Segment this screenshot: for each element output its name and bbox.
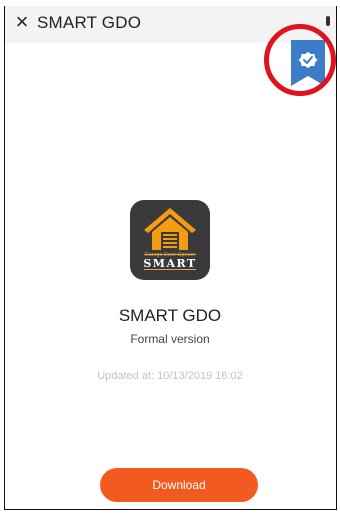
close-icon[interactable]: × — [13, 11, 31, 33]
app-icon: Garage Door Opener SMART — [130, 200, 210, 280]
app-name: SMART GDO — [118, 306, 222, 325]
title-bar: × SMART GDO — [5, 6, 336, 43]
updated-timestamp: Updated at: 10/13/2019 16:02 — [97, 370, 243, 382]
more-icon[interactable] — [326, 16, 330, 26]
download-button[interactable]: Download — [100, 468, 258, 502]
page-title: SMART GDO — [37, 13, 142, 32]
divider — [144, 269, 196, 270]
verified-ribbon-icon — [291, 40, 325, 86]
app-version: Formal version — [130, 332, 210, 346]
